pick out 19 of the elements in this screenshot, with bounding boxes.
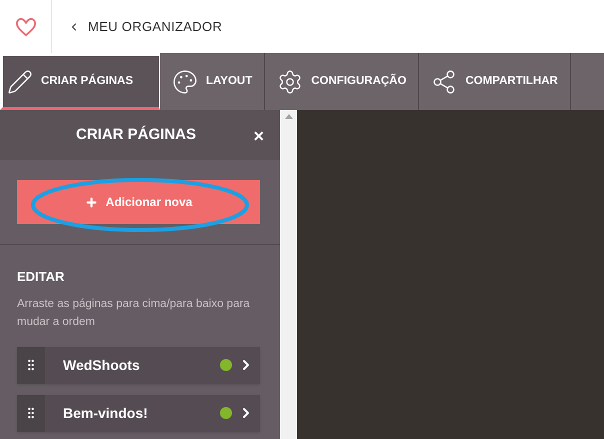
drag-handle[interactable] — [17, 346, 45, 384]
page-name: Bem-vindos! — [63, 404, 149, 422]
plus-icon — [84, 196, 98, 208]
pencil-icon — [7, 68, 33, 94]
back-link[interactable]: MEU ORGANIZADOR — [68, 16, 222, 36]
share-icon — [431, 68, 458, 94]
settings-icon — [277, 68, 304, 94]
scroll-up-icon — [284, 114, 292, 119]
heart-logo-icon — [14, 16, 36, 36]
nav-tab[interactable]: CRIAR PÁGINAS — [0, 53, 160, 110]
drag-handle[interactable] — [17, 394, 45, 432]
panel-title: CRIAR PÁGINAS — [76, 124, 196, 145]
page-row[interactable]: Bem-vindos! — [17, 394, 260, 432]
palette-icon — [172, 68, 198, 94]
section-title: EDITAR — [17, 268, 66, 286]
page-row[interactable]: WedShoots — [17, 346, 260, 384]
hint-text: Arraste as páginas para cima/para baixo para mudar a ordem — [17, 296, 251, 330]
close-button[interactable]: × — [253, 123, 264, 150]
page-name: WedShoots — [63, 356, 141, 374]
